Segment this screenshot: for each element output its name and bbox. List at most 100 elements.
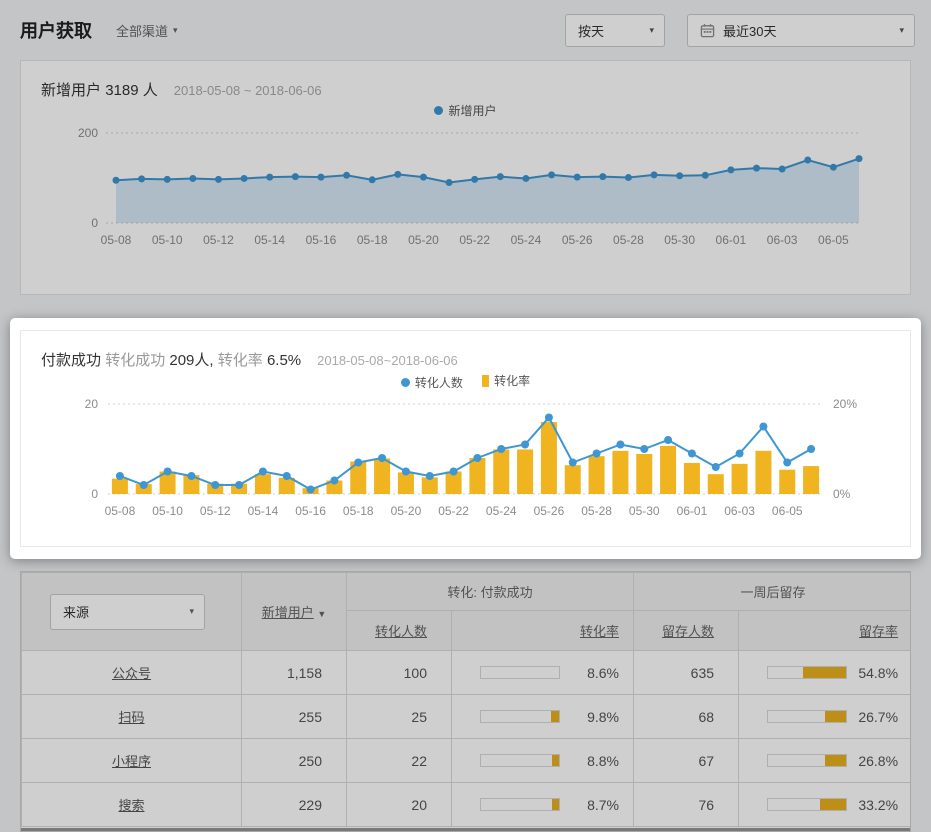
conv-rate-bar: [480, 666, 560, 679]
new-users-cell: 229: [242, 783, 347, 827]
new-users-card: 新增用户 3189 人 2018-05-08 ~ 2018-06-06 新增用户…: [20, 60, 911, 295]
topbar: 用户获取 全部渠道 ▾ 按天 ▾ 最近30天 ▾: [0, 0, 931, 60]
table-bottom-cutoff: [21, 828, 910, 831]
table-row: 小程序 250 22 8.8% 67 26.8%: [22, 739, 912, 783]
ret-rate-bar: [767, 754, 847, 767]
conversion-date-range: 2018-05-08~2018-06-06: [317, 353, 458, 368]
svg-text:06-01: 06-01: [677, 504, 708, 518]
svg-text:05-20: 05-20: [408, 233, 439, 247]
caret-down-icon: ▾: [189, 607, 194, 616]
sources-table: 来源 ▾ 新增用户 ▼ 转化: 付款成功 一周后留存 转化人数 转化率 留存人数…: [21, 572, 911, 827]
svg-text:05-18: 05-18: [357, 233, 388, 247]
granularity-select[interactable]: 按天 ▾: [565, 14, 665, 47]
conv-count-cell: 22: [347, 739, 452, 783]
date-range-select[interactable]: 最近30天 ▾: [687, 14, 915, 47]
source-link-cell[interactable]: 搜索: [22, 783, 242, 827]
conv-rate-cell: 8.8%: [452, 739, 634, 783]
caret-down-icon: ▾: [649, 26, 654, 35]
svg-text:06-03: 06-03: [724, 504, 755, 518]
ret-rate-bar: [767, 666, 847, 679]
svg-text:05-12: 05-12: [203, 233, 234, 247]
svg-text:05-16: 05-16: [306, 233, 337, 247]
ret-rate-cell: 54.8%: [739, 651, 911, 695]
table-row: 扫码 255 25 9.8% 68 26.7%: [22, 695, 912, 739]
ret-rate-cell: 33.2%: [739, 783, 911, 827]
legend-bar-icon: [482, 375, 489, 387]
source-link-cell[interactable]: 小程序: [22, 739, 242, 783]
conv-count-cell: 20: [347, 783, 452, 827]
conversion-card-header: 付款成功 转化成功 209人, 转化率 6.5% 2018-05-08~2018…: [21, 331, 910, 370]
retention-group-header: 一周后留存: [634, 573, 911, 611]
calendar-icon: [700, 23, 715, 38]
svg-text:06-01: 06-01: [716, 233, 747, 247]
channel-filter-label: 全部渠道: [116, 21, 168, 40]
new-users-title: 新增用户 3189 人: [41, 79, 158, 100]
legend-item-conv-count[interactable]: 转化人数: [401, 374, 463, 391]
legend-dot-icon: [401, 378, 410, 387]
svg-text:05-30: 05-30: [664, 233, 695, 247]
topbar-controls: 按天 ▾ 最近30天 ▾: [565, 14, 915, 47]
conv-rate-bar: [480, 754, 560, 767]
conv-rate-cell: 8.7%: [452, 783, 634, 827]
svg-text:0%: 0%: [833, 487, 851, 501]
caret-down-icon: ▾: [899, 26, 904, 35]
svg-text:05-12: 05-12: [200, 504, 231, 518]
svg-text:06-03: 06-03: [767, 233, 798, 247]
new-users-card-header: 新增用户 3189 人 2018-05-08 ~ 2018-06-06: [21, 61, 910, 100]
svg-text:05-22: 05-22: [438, 504, 469, 518]
legend-dot-icon: [434, 106, 443, 115]
new-users-cell: 255: [242, 695, 347, 739]
new-users-cell: 1,158: [242, 651, 347, 695]
svg-text:05-10: 05-10: [152, 233, 183, 247]
ret-rate-cell: 26.7%: [739, 695, 911, 739]
svg-text:20: 20: [85, 397, 99, 411]
granularity-select-value: 按天: [578, 21, 604, 40]
new-users-cell: 250: [242, 739, 347, 783]
ret-count-cell: 67: [634, 739, 739, 783]
svg-text:20%: 20%: [833, 397, 857, 411]
ret-count-cell: 635: [634, 651, 739, 695]
svg-text:05-14: 05-14: [254, 233, 285, 247]
ret-rate-column-header[interactable]: 留存率: [739, 611, 911, 651]
svg-text:05-24: 05-24: [511, 233, 542, 247]
conv-rate-bar: [480, 710, 560, 723]
conv-rate-cell: 8.6%: [452, 651, 634, 695]
svg-text:05-26: 05-26: [534, 504, 565, 518]
ret-count-column-header[interactable]: 留存人数: [634, 611, 739, 651]
conv-rate-column-header[interactable]: 转化率: [452, 611, 634, 651]
source-select-value: 来源: [63, 602, 89, 621]
conversion-legend: 转化人数 转化率: [21, 372, 910, 390]
sources-table-container: 来源 ▾ 新增用户 ▼ 转化: 付款成功 一周后留存 转化人数 转化率 留存人数…: [20, 571, 911, 832]
new-users-area-chart[interactable]: 200005-0805-1005-1205-1405-1605-1805-200…: [21, 124, 910, 274]
legend-item-conv-rate[interactable]: 转化率: [482, 372, 530, 389]
svg-text:05-10: 05-10: [152, 504, 183, 518]
source-link-cell[interactable]: 扫码: [22, 695, 242, 739]
ret-count-cell: 76: [634, 783, 739, 827]
source-select[interactable]: 来源 ▾: [50, 594, 205, 630]
svg-text:05-18: 05-18: [343, 504, 374, 518]
conv-rate-cell: 9.8%: [452, 695, 634, 739]
sort-desc-icon: ▼: [317, 609, 326, 619]
svg-text:05-16: 05-16: [295, 504, 326, 518]
svg-text:05-14: 05-14: [248, 504, 279, 518]
conversion-group-header: 转化: 付款成功: [347, 573, 634, 611]
new-users-legend: 新增用户: [21, 102, 910, 120]
svg-text:0: 0: [91, 487, 98, 501]
svg-text:05-26: 05-26: [562, 233, 593, 247]
ret-count-cell: 68: [634, 695, 739, 739]
conv-count-column-header[interactable]: 转化人数: [347, 611, 452, 651]
conversion-combo-chart[interactable]: 20 0 20% 0% 05-08 05-10 05-12 05-14 05-16 05-18 05…: [21, 394, 902, 524]
source-link-cell[interactable]: 公众号: [22, 651, 242, 695]
legend-item-new-users[interactable]: 新增用户: [434, 102, 496, 119]
svg-text:05-28: 05-28: [613, 233, 644, 247]
svg-text:0: 0: [91, 216, 98, 230]
svg-text:05-20: 05-20: [391, 504, 422, 518]
svg-text:05-30: 05-30: [629, 504, 660, 518]
ret-rate-bar: [767, 798, 847, 811]
new-users-column-header[interactable]: 新增用户 ▼: [242, 573, 347, 651]
conversion-card: 付款成功 转化成功 209人, 转化率 6.5% 2018-05-08~2018…: [20, 330, 911, 547]
channel-filter-dropdown[interactable]: 全部渠道 ▾: [116, 21, 178, 40]
conv-count-cell: 25: [347, 695, 452, 739]
conversion-title: 付款成功 转化成功 209人, 转化率 6.5%: [41, 349, 301, 370]
svg-text:05-08: 05-08: [105, 504, 136, 518]
